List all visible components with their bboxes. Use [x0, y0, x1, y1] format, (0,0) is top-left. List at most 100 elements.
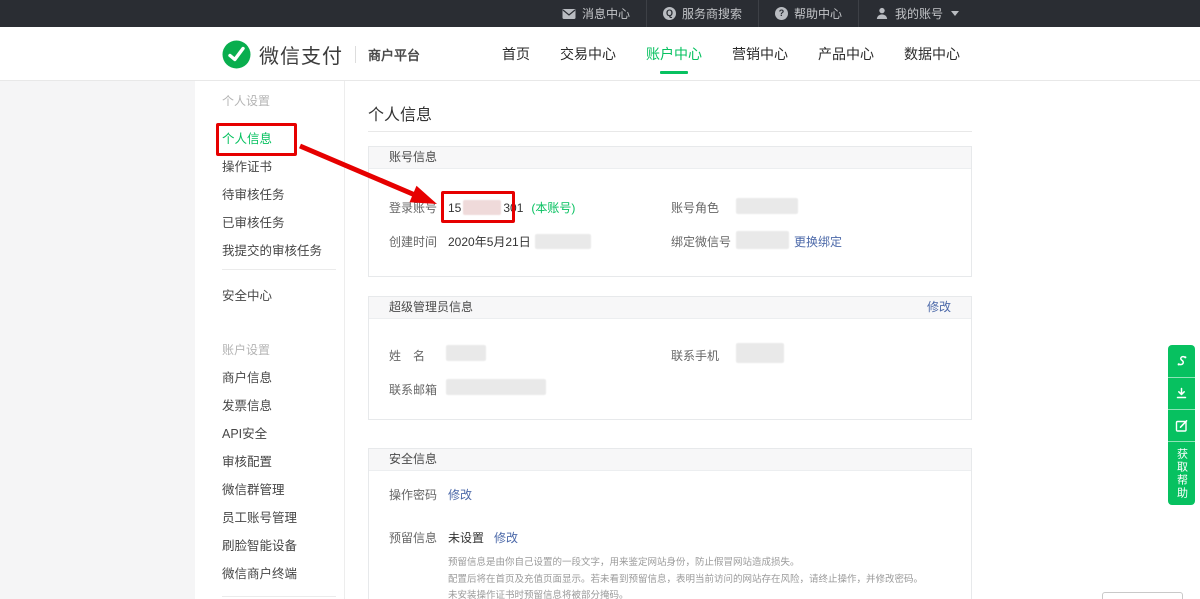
- date-badge[interactable]: 2020年5月22日: [1102, 592, 1183, 599]
- topbar-items: 消息中心 Q 服务商搜索 ? 帮助中心 我的账号: [546, 0, 975, 27]
- sidebar-item-staff-account-management[interactable]: 员工账号管理: [222, 504, 344, 532]
- topbar-item-help-center[interactable]: ? 帮助中心: [758, 0, 858, 27]
- reserved-info-description-line1: 预留信息是由你自己设置的一段文字，用来鉴定网站身份，防止假冒网站造成损失。: [448, 555, 923, 572]
- topbar-item-label: 服务商搜索: [682, 5, 742, 22]
- reserved-info-description-line3: 未安装操作证书时预留信息将被部分掩码。: [448, 588, 923, 599]
- nav-product-center[interactable]: 产品中心: [803, 27, 889, 81]
- reserved-info-edit-link[interactable]: 修改: [494, 529, 518, 546]
- link-button[interactable]: [1168, 345, 1195, 377]
- account-info-section: 账号信息 登录账号 15 301 (本账号) 账号角色 创建时间 2020年5月21…: [368, 146, 972, 277]
- login-account-value: 15 301 (本账号): [448, 199, 575, 216]
- operation-password-edit-link[interactable]: 修改: [448, 486, 472, 503]
- sidebar-divider: [222, 596, 336, 597]
- nav-marketing-center[interactable]: 营销中心: [717, 27, 803, 81]
- topbar-item-label: 我的账号: [895, 5, 943, 22]
- mail-icon: [562, 8, 576, 20]
- wechat-pay-logo-icon: [222, 40, 251, 69]
- admin-email-label: 联系邮箱: [389, 381, 437, 398]
- super-admin-header-label: 超级管理员信息: [389, 297, 473, 318]
- sidebar-item-operation-certificate[interactable]: 操作证书: [222, 153, 344, 181]
- admin-phone-label: 联系手机: [671, 347, 719, 364]
- bound-wechat-redacted: [736, 231, 789, 249]
- security-info-header-label: 安全信息: [389, 449, 437, 470]
- sidebar-item-face-payment-devices[interactable]: 刷脸智能设备: [222, 532, 344, 560]
- nav-account-center-label: 账户中心: [646, 46, 702, 62]
- download-button[interactable]: [1168, 377, 1195, 409]
- topbar-item-label: 消息中心: [582, 5, 630, 22]
- topbar-item-my-account[interactable]: 我的账号: [858, 0, 975, 27]
- sidebar-item-merchant-info[interactable]: 商户信息: [222, 364, 344, 392]
- nav-transaction-center[interactable]: 交易中心: [545, 27, 631, 81]
- sidebar-item-personal-info[interactable]: 个人信息: [222, 125, 344, 153]
- title-divider: [368, 131, 972, 132]
- nav-home[interactable]: 首页: [487, 27, 545, 81]
- topbar-item-message-center[interactable]: 消息中心: [546, 0, 646, 27]
- sidebar-section-personal-settings: 个人设置: [222, 87, 344, 115]
- feedback-button[interactable]: [1168, 409, 1195, 441]
- site-header: 微信支付 商户平台 首页 交易中心 账户中心 营销中心 产品中心 数据中心: [0, 27, 1200, 81]
- topbar-item-service-search[interactable]: Q 服务商搜索: [646, 0, 758, 27]
- get-help-button[interactable]: 获取帮助: [1168, 441, 1195, 505]
- left-gutter: [0, 81, 195, 599]
- portal-name: 商户平台: [368, 45, 420, 64]
- login-account-label: 登录账号: [389, 199, 437, 216]
- current-account-tag: (本账号): [531, 201, 575, 215]
- admin-phone-redacted: [736, 343, 784, 363]
- login-account-prefix: 15: [448, 201, 461, 215]
- super-admin-section: 超级管理员信息 修改 姓 名 联系手机 联系邮箱: [368, 296, 972, 420]
- topbar-item-label: 帮助中心: [794, 5, 842, 22]
- reserved-info-description-line2: 配置后将在首页及充值页面显示。若未看到预留信息，表明当前访问的网站存在风险，请终…: [448, 572, 923, 589]
- created-time-value: 2020年5月21日: [448, 233, 591, 250]
- sidebar-section-account-settings: 账户设置: [222, 336, 344, 364]
- super-admin-header: 超级管理员信息 修改: [369, 297, 971, 319]
- floating-help-bar: 获取帮助: [1168, 345, 1195, 505]
- sidebar-divider: [222, 269, 336, 270]
- sidebar-item-wechat-merchant-terminal[interactable]: 微信商户终端: [222, 560, 344, 588]
- bound-wechat-label: 绑定微信号: [671, 233, 731, 250]
- chevron-down-icon: [951, 11, 959, 16]
- super-admin-edit-link[interactable]: 修改: [927, 297, 951, 318]
- account-info-header: 账号信息: [369, 147, 971, 169]
- help-circle-icon: ?: [775, 7, 788, 20]
- nav-data-center[interactable]: 数据中心: [889, 27, 975, 81]
- sidebar-item-review-config[interactable]: 审核配置: [222, 448, 344, 476]
- sidebar-item-invoice-info[interactable]: 发票信息: [222, 392, 344, 420]
- main-content: 个人信息 账号信息 登录账号 15 301 (本账号) 账号角色 创建时间 2020…: [368, 81, 972, 599]
- admin-name-label: 姓 名: [389, 347, 425, 364]
- brand-name: 微信支付: [259, 40, 343, 69]
- reserved-info-label: 预留信息: [389, 529, 437, 546]
- nav-account-center[interactable]: 账户中心: [631, 27, 717, 81]
- sidebar-item-security-center[interactable]: 安全中心: [222, 282, 344, 310]
- admin-name-redacted: [446, 345, 486, 361]
- sidebar-item-api-security[interactable]: API安全: [222, 420, 344, 448]
- security-info-header: 安全信息: [369, 449, 971, 471]
- created-time-text: 2020年5月21日: [448, 235, 531, 249]
- created-time-label: 创建时间: [389, 233, 437, 250]
- edit-icon: [1174, 418, 1189, 433]
- topbar: 消息中心 Q 服务商搜索 ? 帮助中心 我的账号: [0, 0, 1200, 27]
- main-nav: 首页 交易中心 账户中心 营销中心 产品中心 数据中心: [487, 27, 975, 81]
- login-account-redacted: [463, 200, 501, 215]
- link-icon: [1174, 354, 1189, 369]
- login-account-suffix: 301: [503, 201, 523, 215]
- sidebar-item-reviewed-tasks[interactable]: 已审核任务: [222, 209, 344, 237]
- brand-divider: [355, 46, 356, 63]
- user-icon: [875, 7, 889, 20]
- rebind-wechat-link[interactable]: 更换绑定: [794, 233, 842, 250]
- sidebar-item-my-submitted-tasks[interactable]: 我提交的审核任务: [222, 237, 344, 265]
- active-nav-underline: [660, 71, 688, 74]
- sidebar-item-wechat-group-management[interactable]: 微信群管理: [222, 476, 344, 504]
- account-info-header-label: 账号信息: [389, 147, 437, 168]
- created-time-redacted: [535, 234, 591, 249]
- account-role-label: 账号角色: [671, 199, 719, 216]
- page-title: 个人信息: [368, 101, 432, 125]
- download-icon: [1174, 386, 1189, 401]
- brand[interactable]: 微信支付 商户平台: [222, 27, 420, 81]
- security-info-section: 安全信息 操作密码 修改 预留信息 未设置 修改 预留信息是由你自己设置的一段文…: [368, 448, 972, 599]
- sidebar-item-pending-review-tasks[interactable]: 待审核任务: [222, 181, 344, 209]
- reserved-info-value: 未设置: [448, 529, 484, 546]
- account-role-redacted: [736, 198, 798, 214]
- reserved-info-description: 预留信息是由你自己设置的一段文字，用来鉴定网站身份，防止假冒网站造成损失。 配置…: [448, 555, 923, 599]
- operation-password-label: 操作密码: [389, 486, 437, 503]
- sidebar: 个人设置 个人信息 操作证书 待审核任务 已审核任务 我提交的审核任务 安全中心…: [195, 81, 345, 599]
